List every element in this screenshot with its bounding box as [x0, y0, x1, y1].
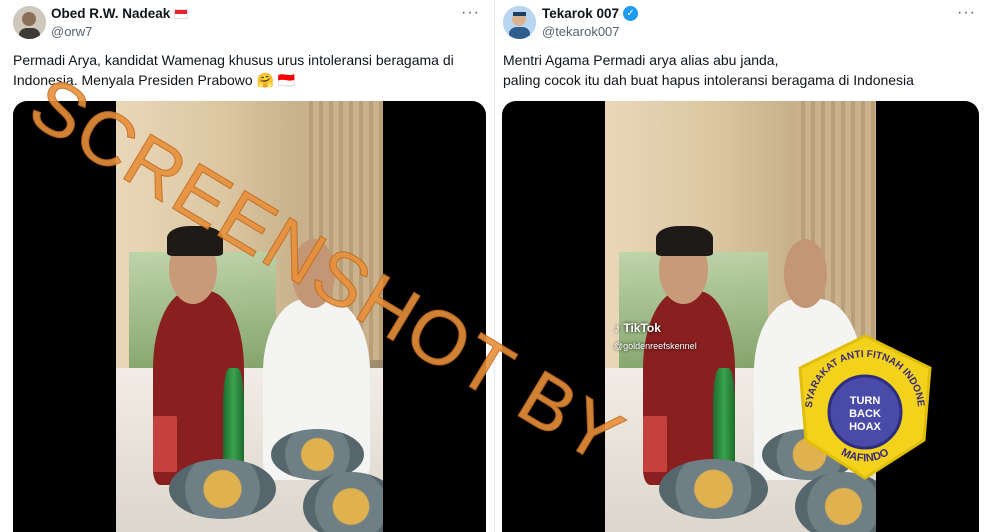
verified-badge-icon: ✓	[623, 6, 639, 21]
more-options-icon[interactable]: ···	[461, 4, 480, 22]
tweet-video[interactable]	[13, 101, 486, 532]
avatar-obed[interactable]	[13, 6, 46, 39]
avatar-tekarok[interactable]	[503, 6, 536, 39]
video-frame	[116, 101, 383, 532]
svg-text:HOAX: HOAX	[849, 421, 881, 433]
svg-text:BACK: BACK	[849, 408, 881, 420]
post-obed: Obed R.W. Nadeak @orw7 ··· Permadi Arya,…	[0, 0, 494, 532]
tiktok-logo: ♪ TikTok	[614, 321, 661, 335]
more-options-icon[interactable]: ···	[957, 4, 976, 22]
tiktok-username: @goldenreefskennel	[614, 341, 697, 351]
svg-text:TURN: TURN	[850, 395, 881, 407]
tweet-text: Permadi Arya, kandidat Wamenag khusus ur…	[13, 52, 454, 88]
user-handle[interactable]: @tekarok007	[542, 24, 620, 39]
display-name[interactable]: Tekarok 007 ✓	[542, 6, 639, 21]
user-handle[interactable]: @orw7	[51, 24, 92, 39]
indonesia-flag-icon	[174, 8, 189, 19]
mafindo-badge-icon: MASYARAKAT ANTI FITNAH INDONESIA MAFINDO…	[790, 332, 932, 480]
display-name[interactable]: Obed R.W. Nadeak	[51, 6, 189, 21]
tweet-text: Mentri Agama Permadi arya alias abu jand…	[503, 52, 914, 88]
